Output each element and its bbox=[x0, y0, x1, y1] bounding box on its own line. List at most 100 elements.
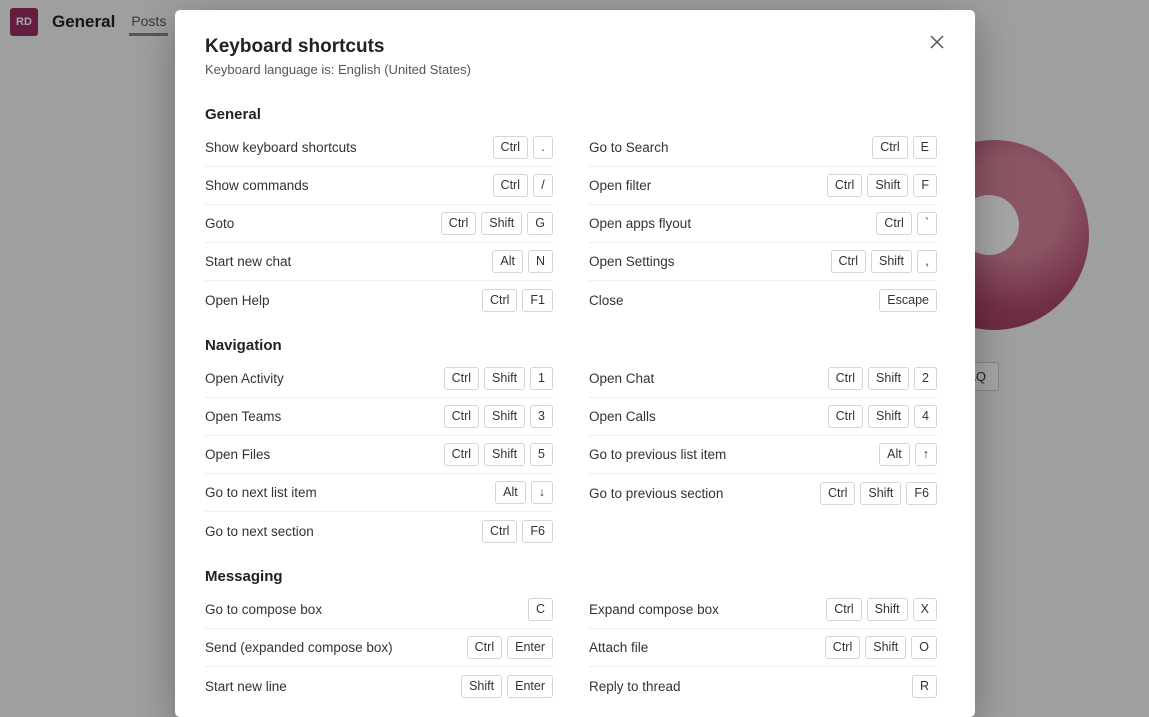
shortcut-keys: Ctrl. bbox=[493, 136, 553, 159]
kbd-key: Shift bbox=[868, 367, 909, 390]
dialog-title: Keyboard shortcuts bbox=[205, 36, 945, 58]
shortcut-keys: CtrlShift2 bbox=[828, 367, 937, 390]
kbd-key: Ctrl bbox=[828, 367, 863, 390]
shortcut-label: Go to next section bbox=[205, 524, 314, 539]
shortcut-row: Open FilesCtrlShift5 bbox=[205, 436, 553, 474]
shortcut-row: Go to SearchCtrlE bbox=[589, 129, 937, 167]
shortcut-keys: ShiftEnter bbox=[461, 675, 553, 698]
kbd-key: Ctrl bbox=[826, 598, 861, 621]
kbd-key: Ctrl bbox=[828, 405, 863, 428]
shortcut-keys: CtrlF1 bbox=[482, 289, 553, 312]
dialog-header: Keyboard shortcuts Keyboard language is:… bbox=[175, 10, 975, 83]
shortcut-row: Show keyboard shortcuts Ctrl. bbox=[205, 129, 553, 167]
shortcut-row: Go to next list itemAlt↓ bbox=[205, 474, 553, 512]
kbd-key: 5 bbox=[530, 443, 553, 466]
kbd-key: Ctrl bbox=[467, 636, 502, 659]
shortcut-keys: CtrlShiftO bbox=[825, 636, 937, 659]
shortcut-label: Send (expanded compose box) bbox=[205, 640, 393, 655]
kbd-key: Ctrl bbox=[444, 367, 479, 390]
shortcut-keys: Ctrl` bbox=[876, 212, 937, 235]
kbd-key: Ctrl bbox=[825, 636, 860, 659]
kbd-key: 4 bbox=[914, 405, 937, 428]
close-button[interactable] bbox=[925, 30, 949, 54]
shortcut-label: Attach file bbox=[589, 640, 648, 655]
shortcut-keys: CtrlE bbox=[872, 136, 937, 159]
section-columns: Go to compose boxC Send (expanded compose… bbox=[205, 591, 937, 705]
shortcut-keys: Escape bbox=[879, 289, 937, 312]
shortcut-row: Go to previous list itemAlt↑ bbox=[589, 436, 937, 474]
kbd-key: F1 bbox=[522, 289, 553, 312]
shortcut-keys: Alt↓ bbox=[495, 481, 553, 504]
kbd-key: Ctrl bbox=[441, 212, 476, 235]
kbd-key: Ctrl bbox=[831, 250, 866, 273]
kbd-key: F6 bbox=[522, 520, 553, 543]
section-columns: Show keyboard shortcuts Ctrl. Show command… bbox=[205, 129, 937, 319]
keyboard-shortcuts-dialog: Keyboard shortcuts Keyboard language is:… bbox=[175, 10, 975, 717]
shortcut-label: Go to previous section bbox=[589, 486, 723, 501]
kbd-key: N bbox=[528, 250, 553, 273]
shortcut-label: Open apps flyout bbox=[589, 216, 691, 231]
section-heading: Messaging bbox=[205, 568, 937, 585]
section-heading: General bbox=[205, 106, 937, 123]
kbd-key: , bbox=[917, 250, 937, 273]
kbd-key: Alt bbox=[879, 443, 910, 466]
shortcut-label: Show keyboard shortcuts bbox=[205, 140, 357, 155]
shortcut-row: Open Settings CtrlShift, bbox=[589, 243, 937, 281]
shortcut-row: Open ChatCtrlShift2 bbox=[589, 360, 937, 398]
column-left: Open ActivityCtrlShift1Open TeamsCtrlShi… bbox=[205, 360, 553, 550]
section-columns: Open ActivityCtrlShift1Open TeamsCtrlShi… bbox=[205, 360, 937, 550]
kbd-key: F bbox=[913, 174, 937, 197]
kbd-key: Enter bbox=[507, 675, 553, 698]
shortcut-label: Open Settings bbox=[589, 254, 675, 269]
shortcut-keys: CtrlShift5 bbox=[444, 443, 553, 466]
column-right: Go to SearchCtrlEOpen filterCtrlShiftFOp… bbox=[589, 129, 937, 319]
shortcut-row: Send (expanded compose box)CtrlEnter bbox=[205, 629, 553, 667]
column-left: Go to compose boxC Send (expanded compose… bbox=[205, 591, 553, 705]
kbd-key: Shift bbox=[865, 636, 906, 659]
shortcut-keys: CtrlShift4 bbox=[828, 405, 937, 428]
kbd-key: Ctrl bbox=[820, 482, 855, 505]
shortcut-row: Open HelpCtrlF1 bbox=[205, 281, 553, 319]
shortcut-row: Open TeamsCtrlShift3 bbox=[205, 398, 553, 436]
kbd-key: Shift bbox=[484, 443, 525, 466]
kbd-key: Shift bbox=[871, 250, 912, 273]
shortcut-keys: CtrlShiftX bbox=[826, 598, 937, 621]
shortcut-row: Start new line ShiftEnter bbox=[205, 667, 553, 705]
kbd-key: Alt bbox=[495, 481, 526, 504]
shortcut-keys: R bbox=[912, 675, 937, 698]
shortcut-row: GotoCtrlShiftG bbox=[205, 205, 553, 243]
shortcut-keys: C bbox=[528, 598, 553, 621]
shortcut-row: Go to next section CtrlF6 bbox=[205, 512, 553, 550]
shortcut-label: Open filter bbox=[589, 178, 651, 193]
shortcut-row: Open ActivityCtrlShift1 bbox=[205, 360, 553, 398]
shortcut-keys: Alt↑ bbox=[879, 443, 937, 466]
kbd-key: Shift bbox=[867, 174, 908, 197]
kbd-key: ` bbox=[917, 212, 937, 235]
kbd-key: Ctrl bbox=[482, 520, 517, 543]
kbd-key: Ctrl bbox=[482, 289, 517, 312]
kbd-key: 3 bbox=[530, 405, 553, 428]
shortcut-row: Open filterCtrlShiftF bbox=[589, 167, 937, 205]
kbd-key: G bbox=[527, 212, 553, 235]
kbd-key: Shift bbox=[860, 482, 901, 505]
kbd-key: Ctrl bbox=[444, 405, 479, 428]
shortcut-row: CloseEscape bbox=[589, 281, 937, 319]
kbd-key: . bbox=[533, 136, 553, 159]
kbd-key: / bbox=[533, 174, 553, 197]
kbd-key: 2 bbox=[914, 367, 937, 390]
shortcut-row: Attach file CtrlShiftO bbox=[589, 629, 937, 667]
kbd-key: 1 bbox=[530, 367, 553, 390]
column-left: Show keyboard shortcuts Ctrl. Show command… bbox=[205, 129, 553, 319]
shortcut-label: Start new chat bbox=[205, 254, 291, 269]
section-heading: Navigation bbox=[205, 337, 937, 354]
shortcut-row: Go to compose boxC bbox=[205, 591, 553, 629]
dialog-body[interactable]: GeneralShow keyboard shortcutsCtrl.Show … bbox=[175, 106, 967, 717]
kbd-key: Shift bbox=[484, 367, 525, 390]
kbd-key: Shift bbox=[867, 598, 908, 621]
shortcut-row: Show commandsCtrl/ bbox=[205, 167, 553, 205]
shortcut-label: Start new line bbox=[205, 679, 287, 694]
shortcut-row: Go to previous section CtrlShiftF6 bbox=[589, 474, 937, 512]
shortcut-row: Open apps flyout Ctrl` bbox=[589, 205, 937, 243]
kbd-key: F6 bbox=[906, 482, 937, 505]
kbd-key: R bbox=[912, 675, 937, 698]
